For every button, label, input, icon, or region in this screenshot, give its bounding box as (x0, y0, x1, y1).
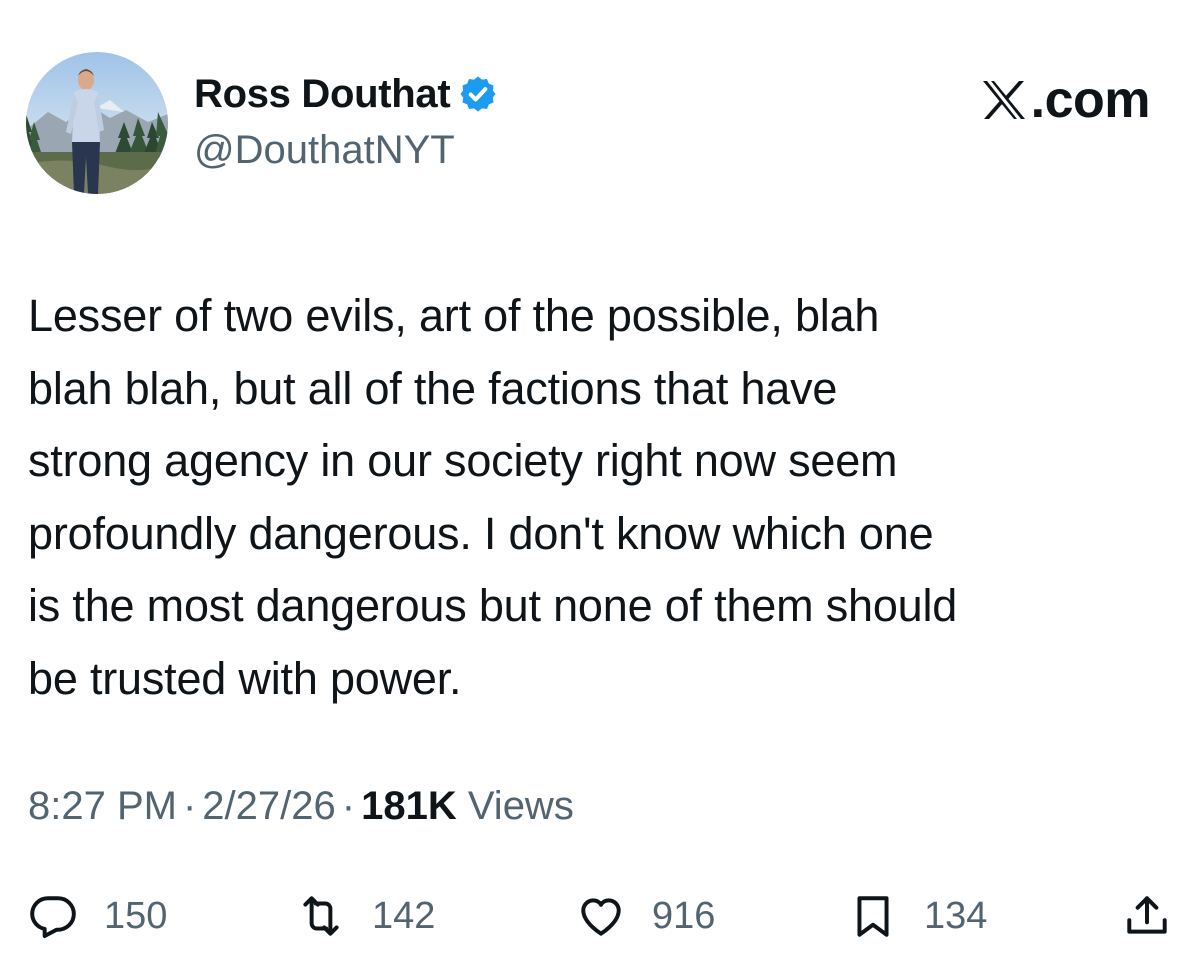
tweet-meta: 8:27 PM · 2/27/26 · 181K Views (28, 784, 574, 829)
heart-icon (581, 898, 621, 936)
meta-separator: · (341, 784, 356, 828)
verified-badge-icon[interactable] (458, 74, 498, 114)
repost-icon (303, 896, 339, 936)
like-button[interactable]: 916 (576, 884, 715, 948)
bookmark-button[interactable]: 134 (848, 884, 987, 948)
x-logo-icon (979, 75, 1029, 125)
views-label: Views (467, 784, 574, 828)
bookmark-count: 134 (924, 894, 988, 937)
author-handle[interactable]: @DouthatNYT (194, 128, 455, 173)
share-icon (1127, 896, 1167, 934)
author-display-name[interactable]: Ross Douthat (194, 72, 451, 117)
reply-icon (30, 896, 76, 938)
reply-count: 150 (104, 894, 168, 937)
author-name-row: Ross Douthat (194, 66, 498, 122)
reply-button[interactable]: 150 (28, 884, 167, 948)
brand-wordmark: .com (979, 70, 1151, 130)
brand-domain: .com (1030, 71, 1151, 129)
views-count: 181K (361, 784, 457, 828)
action-bar: 150 142 916 134 (28, 884, 1174, 948)
repost-button[interactable]: 142 (296, 884, 435, 948)
meta-separator: · (182, 784, 197, 828)
bookmark-icon (857, 896, 889, 937)
like-count: 916 (652, 894, 716, 937)
avatar-photo (26, 52, 168, 194)
share-button[interactable] (1122, 884, 1172, 948)
tweet-text: Lesser of two evils, art of the possible… (28, 290, 958, 704)
tweet-date[interactable]: 2/27/26 (202, 784, 335, 828)
repost-count: 142 (372, 894, 436, 937)
avatar[interactable] (26, 52, 168, 194)
tweet-time[interactable]: 8:27 PM (28, 784, 177, 828)
